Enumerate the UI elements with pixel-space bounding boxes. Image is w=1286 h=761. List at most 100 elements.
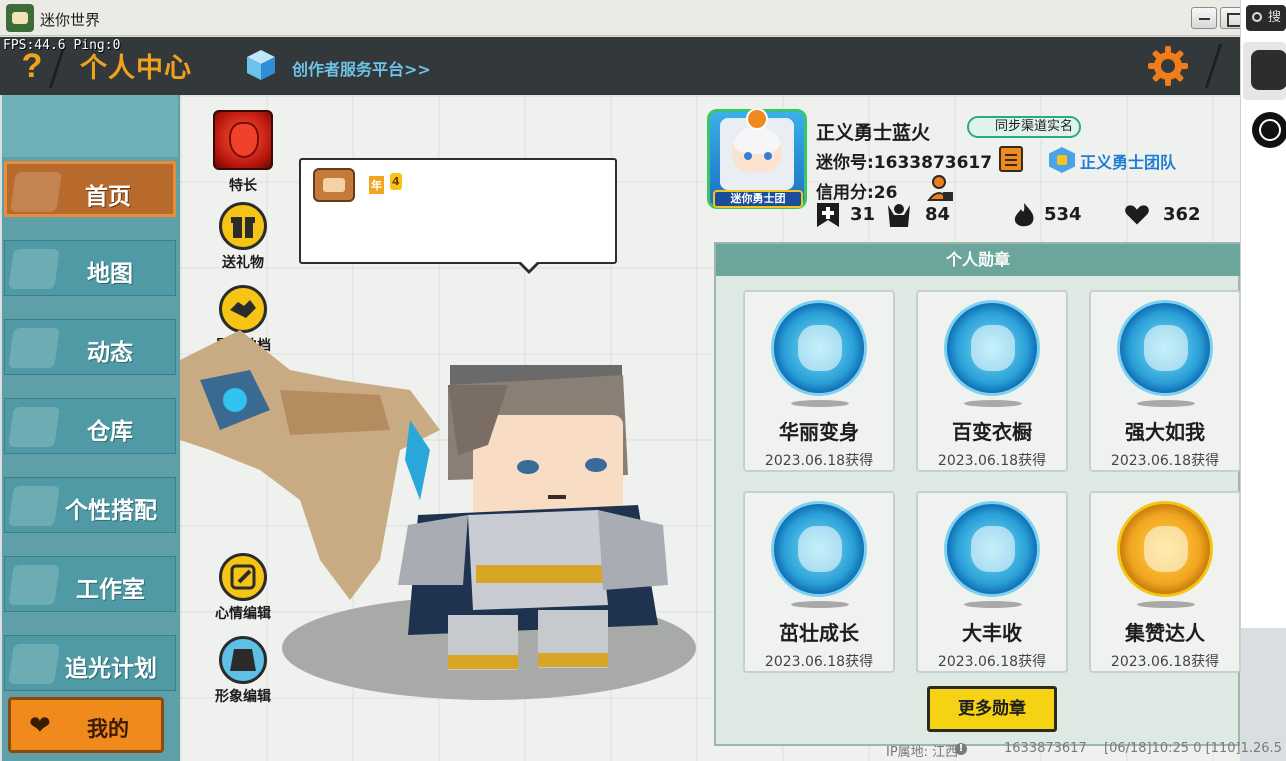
year-badge: 年 bbox=[369, 176, 384, 194]
mini-id: 迷你号:1633873617 bbox=[816, 153, 993, 173]
window-title: 迷你世界 bbox=[40, 11, 101, 29]
medal-card[interactable]: 大丰收 2023.06.18获得 bbox=[916, 491, 1068, 673]
fans-icon bbox=[888, 204, 910, 227]
map-icon bbox=[8, 249, 60, 289]
medal-card[interactable]: 集赞达人 2023.06.18获得 bbox=[1089, 491, 1241, 673]
medal-date: 2023.06.18获得 bbox=[764, 453, 874, 469]
creator-platform-link[interactable]: 创作者服务平台>> bbox=[292, 56, 431, 80]
medal-badge-icon bbox=[1117, 300, 1213, 396]
footer-timestamp: [06/18]10:25 0 [110]1.26.5 bbox=[1104, 741, 1282, 756]
appearance-edit-label: 形象编辑 bbox=[215, 689, 271, 705]
medal-badge-icon bbox=[1117, 501, 1213, 597]
nav-item-label: 个性搭配 bbox=[65, 498, 157, 524]
medal-date: 2023.06.18获得 bbox=[1110, 453, 1220, 469]
nav-item-label: 首页 bbox=[85, 184, 131, 210]
bell-icon bbox=[8, 328, 60, 368]
info-icon[interactable]: ! bbox=[955, 743, 967, 755]
medal-date: 2023.06.18获得 bbox=[1110, 654, 1220, 670]
medal-name: 茁壮成长 bbox=[779, 621, 859, 645]
credit-score: 信用分:26 bbox=[816, 183, 898, 203]
gear-icon[interactable] bbox=[1146, 44, 1190, 88]
follow-icon bbox=[817, 203, 839, 227]
talent-icon[interactable] bbox=[213, 110, 273, 170]
likes-count: 362 bbox=[1163, 204, 1201, 225]
footer-uid: 1633873617 bbox=[1004, 741, 1087, 756]
send-gift-label: 送礼物 bbox=[222, 255, 264, 271]
credit-person-icon[interactable] bbox=[927, 174, 955, 204]
nav-item-label: 追光计划 bbox=[65, 656, 157, 682]
send-gift-button[interactable]: 送礼物 bbox=[213, 202, 273, 272]
talent-label: 特长 bbox=[229, 178, 257, 194]
nav-item-feed[interactable]: 动态 bbox=[4, 319, 176, 375]
medal-card[interactable]: 强大如我 2023.06.18获得 bbox=[1089, 290, 1241, 472]
medal-pedestal bbox=[1137, 601, 1195, 608]
medal-date: 2023.06.18获得 bbox=[937, 453, 1047, 469]
medal-name: 华丽变身 bbox=[779, 420, 859, 444]
home-icon bbox=[10, 172, 62, 212]
bubble-tail-inner bbox=[519, 260, 539, 270]
search-icon bbox=[1252, 12, 1262, 22]
fps-readout: FPS:44.6 Ping:0 bbox=[3, 38, 121, 53]
window-title-bar bbox=[0, 0, 1286, 36]
nickname: 正义勇士蓝火 bbox=[816, 122, 931, 144]
avatar-pin-icon bbox=[746, 108, 768, 130]
overlay-avatar[interactable] bbox=[1251, 50, 1286, 90]
nav-item-warehouse[interactable]: 仓库 bbox=[4, 398, 176, 454]
more-medals-button[interactable]: 更多勋章 bbox=[927, 686, 1057, 732]
gift-icon bbox=[219, 202, 267, 250]
nav-item-label: 动态 bbox=[87, 340, 133, 366]
cape-icon bbox=[219, 636, 267, 684]
level-badge: 4 bbox=[390, 173, 402, 190]
nav-item-studio[interactable]: 工作室 bbox=[4, 556, 176, 612]
minimize-button[interactable] bbox=[1191, 7, 1217, 29]
medal-pedestal bbox=[791, 400, 849, 407]
nav-item-map[interactable]: 地图 bbox=[4, 240, 176, 296]
appearance-edit-button[interactable]: 形象编辑 bbox=[213, 636, 273, 706]
heart-icon: ❤ bbox=[29, 711, 51, 741]
copy-icon[interactable] bbox=[999, 146, 1023, 172]
app-icon bbox=[6, 4, 34, 32]
medal-name: 集赞达人 bbox=[1125, 621, 1205, 645]
nav-item-chase-light[interactable]: 追光计划 bbox=[4, 635, 176, 691]
medal-name: 强大如我 bbox=[1125, 420, 1205, 444]
nav-item-label: 地图 bbox=[87, 261, 133, 287]
outfit-icon bbox=[8, 486, 60, 526]
medal-card[interactable]: 茁壮成长 2023.06.18获得 bbox=[743, 491, 895, 673]
team-link[interactable]: 正义勇士团队 bbox=[1080, 149, 1176, 173]
medal-pedestal bbox=[964, 601, 1022, 608]
heat-icon bbox=[1014, 203, 1034, 227]
house-icon bbox=[8, 407, 60, 447]
nav-top-strip bbox=[2, 95, 178, 157]
medal-badge-icon bbox=[771, 300, 867, 396]
nav-item-label: 仓库 bbox=[87, 419, 133, 445]
medal-panel-title: 个人勋章 bbox=[716, 244, 1240, 276]
medal-badge-icon bbox=[944, 300, 1040, 396]
medal-pedestal bbox=[964, 400, 1022, 407]
medal-name: 百变衣橱 bbox=[952, 420, 1032, 444]
likes-icon bbox=[1125, 205, 1149, 225]
ip-location: IP属地: 江西 bbox=[886, 745, 959, 760]
medal-card[interactable]: 百变衣橱 2023.06.18获得 bbox=[916, 290, 1068, 472]
mine-label: 我的 bbox=[87, 717, 129, 741]
avatar-plaque: 迷你勇士团 bbox=[713, 190, 803, 208]
medal-badge-icon bbox=[944, 501, 1040, 597]
medal-card[interactable]: 华丽变身 2023.06.18获得 bbox=[743, 290, 895, 472]
medal-name: 大丰收 bbox=[962, 621, 1022, 645]
pet-avatar-icon bbox=[313, 168, 355, 202]
nav-item-home[interactable]: 首页 bbox=[4, 161, 176, 217]
cube-icon[interactable] bbox=[245, 48, 277, 82]
medal-pedestal bbox=[1137, 400, 1195, 407]
medal-pedestal bbox=[791, 601, 849, 608]
chase-light-icon bbox=[8, 644, 60, 684]
help-icon[interactable]: ? bbox=[14, 48, 50, 84]
nav-item-label: 工作室 bbox=[76, 577, 145, 603]
player-character bbox=[398, 365, 668, 670]
nav-item-outfit[interactable]: 个性搭配 bbox=[4, 477, 176, 533]
realname-badge[interactable]: 同步渠道实名 bbox=[967, 116, 1082, 138]
medal-date: 2023.06.18获得 bbox=[937, 654, 1047, 670]
smiley-icon[interactable] bbox=[1252, 112, 1286, 148]
tree-icon bbox=[8, 565, 60, 605]
fans-count: 84 bbox=[925, 204, 951, 225]
follow-count: 31 bbox=[850, 204, 876, 225]
mine-button[interactable]: ❤ 我的 bbox=[8, 697, 164, 753]
